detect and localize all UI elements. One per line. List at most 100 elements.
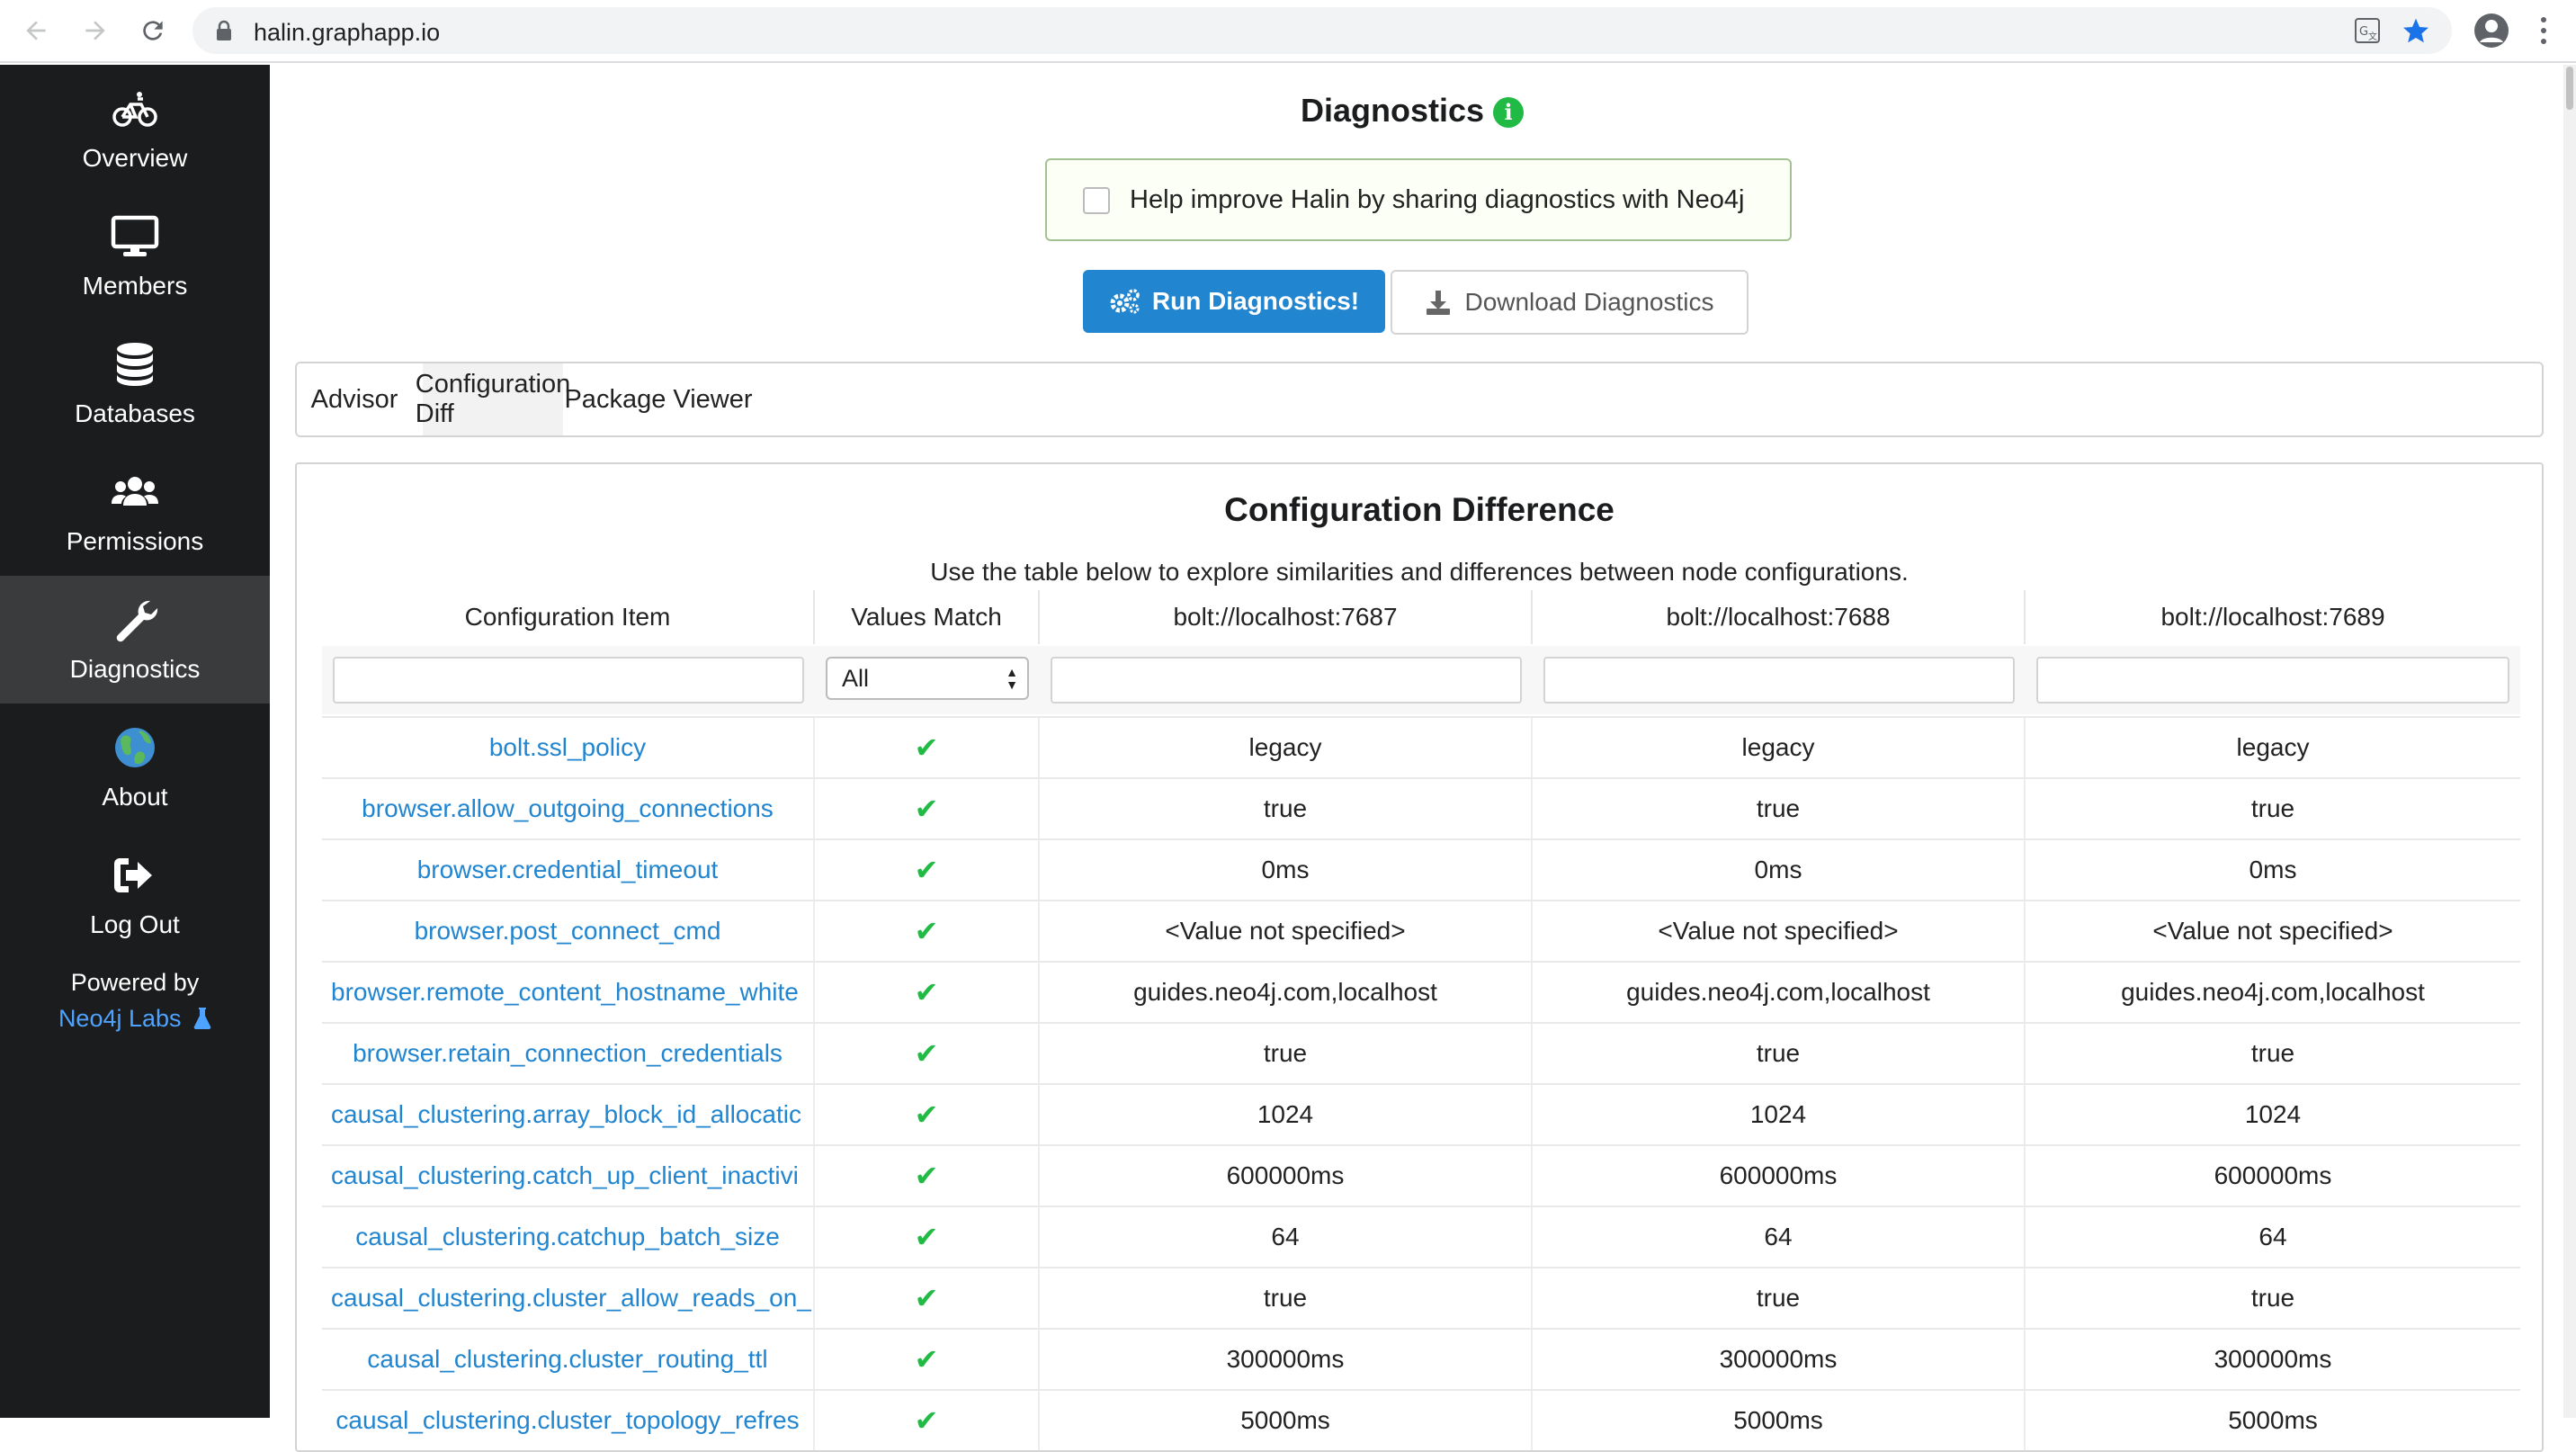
config-value-cell: <Value not specified> (1533, 901, 2026, 961)
tab-package-viewer[interactable]: Package Viewer (563, 363, 754, 435)
config-item-link[interactable]: browser.credential_timeout (322, 840, 815, 900)
config-value: true (1756, 1284, 1801, 1312)
table-row: causal_clustering.cluster_topology_refre… (322, 1389, 2520, 1450)
values-match-cell: ✔ (815, 1024, 1040, 1083)
share-diagnostics-checkbox[interactable] (1083, 187, 1110, 214)
column-header-node-7688[interactable]: bolt://localhost:7688 (1533, 590, 2026, 644)
panel-subtitle: Use the table below to explore similarit… (930, 558, 1909, 586)
tab-configuration-diff[interactable]: Configuration Diff (416, 363, 570, 435)
config-value: 600000ms (1226, 1161, 1345, 1189)
sidebar-item-about[interactable]: About (0, 704, 270, 831)
config-value-cell: true (1533, 779, 2026, 838)
values-match-cell: ✔ (815, 840, 1040, 900)
config-item-link[interactable]: causal_clustering.cluster_routing_ttl (322, 1330, 815, 1389)
desktop-icon (111, 212, 159, 261)
panel-title: Configuration Difference (1224, 491, 1614, 528)
checkmark-icon: ✔ (914, 1159, 939, 1193)
config-value: 600000ms (2214, 1161, 2332, 1189)
config-value-cell: true (1040, 1268, 1533, 1328)
config-value-cell: 600000ms (2026, 1146, 2520, 1206)
translate-icon[interactable]: G文 (2355, 18, 2380, 43)
config-value: 1024 (2244, 1100, 2302, 1128)
checkmark-icon: ✔ (914, 975, 939, 1009)
values-match-cell: ✔ (815, 718, 1040, 777)
run-diagnostics-button[interactable]: Run Diagnostics! (1083, 270, 1385, 333)
address-bar[interactable]: halin.graphapp.io G文 (192, 7, 2452, 54)
checkmark-icon: ✔ (914, 1281, 939, 1315)
sidebar-item-permissions[interactable]: Permissions (0, 448, 270, 576)
config-value-cell: <Value not specified> (1040, 901, 1533, 961)
neo4j-labs-link[interactable]: Neo4j Labs (0, 1000, 270, 1036)
config-value: 5000ms (1733, 1406, 1823, 1434)
config-value: true (1263, 794, 1308, 822)
config-value-cell: true (2026, 779, 2520, 838)
config-value: guides.neo4j.com,localhost (2121, 978, 2425, 1006)
sidebar-item-members[interactable]: Members (0, 193, 270, 320)
wrench-icon (111, 596, 159, 644)
config-item-name: browser.remote_content_hostname_white (331, 978, 799, 1006)
run-diagnostics-label: Run Diagnostics! (1151, 287, 1360, 315)
table-row: browser.allow_outgoing_connections ✔ true t… (322, 777, 2520, 838)
browser-toolbar: halin.graphapp.io G文 (0, 0, 2576, 63)
column-header-values-match[interactable]: Values Match (815, 590, 1040, 644)
config-value-cell: 64 (2026, 1207, 2520, 1267)
share-diagnostics-box: Help improve Halin by sharing diagnostic… (1045, 158, 1792, 241)
config-value-cell: 64 (1040, 1207, 1533, 1267)
download-diagnostics-button[interactable]: Download Diagnostics (1391, 270, 1749, 335)
table-row: browser.post_connect_cmd ✔ <Value not spec… (322, 900, 2520, 961)
config-value: 300000ms (1226, 1345, 1345, 1373)
config-item-link[interactable]: causal_clustering.catch_up_client_inacti… (322, 1146, 815, 1206)
node-7687-filter-input[interactable] (1051, 657, 1522, 704)
page-scrollbar-thumb[interactable] (2566, 67, 2573, 110)
lock-icon (217, 20, 231, 40)
sidebar-item-label: Log Out (90, 910, 180, 938)
config-value: legacy (1741, 733, 1815, 761)
users-icon (111, 468, 159, 516)
forward-button[interactable] (79, 14, 112, 47)
config-item-link[interactable]: browser.retain_connection_credentials (322, 1024, 815, 1083)
config-item-link[interactable]: causal_clustering.array_block_id_allocat… (322, 1085, 815, 1144)
config-item-link[interactable]: browser.remote_content_hostname_white (322, 963, 815, 1022)
values-match-select[interactable]: All ▲ ▼ (826, 657, 1029, 700)
info-icon[interactable]: i (1493, 97, 1525, 129)
column-header-node-7687[interactable]: bolt://localhost:7687 (1040, 590, 1533, 644)
column-header-config-item[interactable]: Configuration Item (322, 590, 815, 644)
config-item-link[interactable]: causal_clustering.cluster_topology_refre… (322, 1391, 815, 1450)
sidebar-item-logout[interactable]: Log Out (0, 831, 270, 959)
browser-menu-icon[interactable] (2536, 14, 2551, 47)
config-value: true (1756, 794, 1801, 822)
column-header-node-7689[interactable]: bolt://localhost:7689 (2026, 590, 2520, 644)
node-7688-filter-input[interactable] (1543, 657, 2015, 704)
reload-button[interactable] (137, 14, 169, 47)
page-scrollbar[interactable] (2563, 65, 2576, 1418)
checkmark-icon: ✔ (914, 1036, 939, 1071)
config-item-link[interactable]: causal_clustering.cluster_allow_reads_on… (322, 1268, 815, 1328)
checkmark-icon: ✔ (914, 1342, 939, 1376)
config-item-link[interactable]: causal_clustering.catchup_batch_size (322, 1207, 815, 1267)
config-item-filter-input[interactable] (333, 657, 804, 704)
config-value-cell: 1024 (1040, 1085, 1533, 1144)
neo4j-labs-label: Neo4j Labs (58, 1005, 182, 1032)
sidebar-item-diagnostics[interactable]: Diagnostics (0, 576, 270, 704)
config-item-link[interactable]: browser.post_connect_cmd (322, 901, 815, 961)
powered-by: Powered by Neo4j Labs (0, 964, 270, 1036)
sidebar-item-overview[interactable]: Overview (0, 65, 270, 193)
select-arrows-icon: ▲ ▼ (1006, 665, 1018, 692)
bookmark-star-icon[interactable] (2402, 16, 2430, 45)
config-item-link[interactable]: browser.allow_outgoing_connections (322, 779, 815, 838)
back-button[interactable] (20, 14, 52, 47)
tab-advisor[interactable]: Advisor (297, 363, 398, 435)
config-item-link[interactable]: bolt.ssl_policy (322, 718, 815, 777)
sidebar-item-label: Databases (75, 399, 195, 427)
table-row: browser.remote_content_hostname_white ✔ gu… (322, 961, 2520, 1022)
sidebar-item-databases[interactable]: Databases (0, 320, 270, 448)
download-icon (1427, 291, 1451, 315)
config-value: 64 (1764, 1223, 1793, 1250)
account-avatar-icon[interactable] (2473, 13, 2509, 49)
config-value-cell: legacy (2026, 718, 2520, 777)
node-7689-filter-input[interactable] (2036, 657, 2509, 704)
database-icon (111, 340, 159, 389)
sidebar-item-label: Members (82, 272, 188, 300)
config-item-name: browser.retain_connection_credentials (353, 1039, 783, 1067)
config-value-cell: 0ms (1533, 840, 2026, 900)
